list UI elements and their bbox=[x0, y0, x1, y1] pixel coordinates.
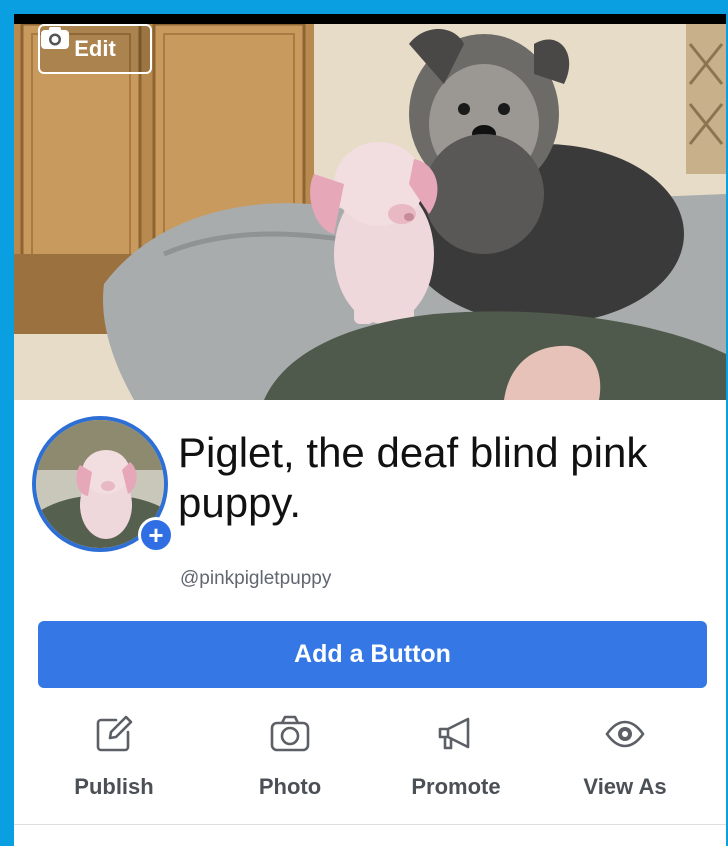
profile-picture[interactable]: + bbox=[32, 416, 174, 553]
view-as-action[interactable]: View As bbox=[540, 714, 710, 814]
photo-action[interactable]: Photo bbox=[205, 714, 375, 814]
cover-photo[interactable]: Edit bbox=[14, 24, 726, 400]
promote-label: Promote bbox=[411, 774, 501, 799]
page-header: Edit + Piglet, the deaf blind pink puppy… bbox=[14, 24, 726, 846]
page-actions-bar: Publish Photo Promote View As bbox=[14, 714, 726, 814]
publish-action[interactable]: Publish bbox=[29, 714, 199, 814]
add-a-button-button[interactable]: Add a Button bbox=[38, 621, 707, 688]
page-title: Piglet, the deaf blind pink puppy. bbox=[178, 429, 648, 526]
promote-action[interactable]: Promote bbox=[371, 714, 541, 814]
photo-label: Photo bbox=[258, 774, 322, 799]
page-username: @pinkpigletpuppy bbox=[180, 568, 332, 589]
camera-icon bbox=[41, 27, 69, 49]
view-as-label: View As bbox=[583, 774, 667, 799]
edit-cover-label: Edit bbox=[74, 36, 116, 61]
add-profile-photo-icon[interactable]: + bbox=[138, 517, 174, 553]
publish-label: Publish bbox=[74, 774, 154, 799]
pencil-square-icon bbox=[96, 715, 133, 752]
divider bbox=[14, 824, 726, 825]
edit-cover-button[interactable]: Edit bbox=[38, 24, 152, 74]
camera-icon bbox=[270, 715, 310, 752]
megaphone-icon bbox=[438, 717, 470, 750]
eye-icon bbox=[605, 720, 645, 748]
cover-photo-image bbox=[14, 24, 726, 400]
